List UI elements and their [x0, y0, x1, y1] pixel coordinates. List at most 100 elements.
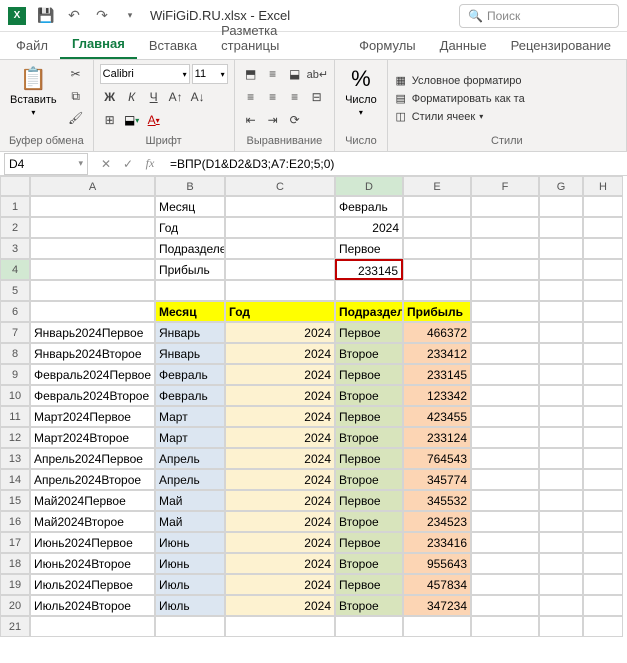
cell[interactable]: 2024 — [225, 532, 335, 553]
row-header[interactable]: 14 — [0, 469, 30, 490]
cell[interactable]: 764543 — [403, 448, 471, 469]
cell[interactable] — [30, 217, 155, 238]
cell[interactable] — [583, 364, 623, 385]
row-header[interactable]: 9 — [0, 364, 30, 385]
border-icon[interactable]: ⊞ — [100, 110, 120, 130]
cell[interactable] — [30, 259, 155, 280]
undo-icon[interactable]: ↶ — [62, 4, 86, 28]
cell[interactable] — [471, 595, 539, 616]
cell[interactable] — [155, 616, 225, 637]
tab-home[interactable]: Главная — [60, 30, 137, 59]
row-header[interactable]: 7 — [0, 322, 30, 343]
cell[interactable] — [471, 574, 539, 595]
cell-styles-button[interactable]: ◫Стили ячеек ▾ — [394, 109, 484, 125]
cell[interactable] — [583, 196, 623, 217]
confirm-icon[interactable]: ✓ — [118, 154, 138, 174]
cell[interactable] — [539, 364, 583, 385]
align-top-icon[interactable]: ⬒ — [241, 64, 261, 84]
cell[interactable]: Второе — [335, 343, 403, 364]
cell[interactable] — [225, 616, 335, 637]
cell[interactable]: 123342 — [403, 385, 471, 406]
cell[interactable]: 2024 — [225, 574, 335, 595]
cell[interactable] — [471, 511, 539, 532]
cell[interactable]: Прибыль — [155, 259, 225, 280]
cell[interactable]: 2024 — [225, 490, 335, 511]
cell[interactable]: Январь — [155, 322, 225, 343]
cell[interactable] — [471, 364, 539, 385]
cell[interactable]: Апрель — [155, 448, 225, 469]
cell[interactable] — [471, 553, 539, 574]
row-header[interactable]: 19 — [0, 574, 30, 595]
row-header[interactable]: 13 — [0, 448, 30, 469]
cell[interactable]: 2024 — [225, 427, 335, 448]
cell[interactable] — [583, 238, 623, 259]
align-middle-icon[interactable]: ≡ — [263, 64, 283, 84]
cell[interactable] — [225, 280, 335, 301]
cell[interactable]: Первое — [335, 406, 403, 427]
cell[interactable]: Год — [225, 301, 335, 322]
cell[interactable] — [471, 322, 539, 343]
cell[interactable]: 233124 — [403, 427, 471, 448]
cell[interactable] — [539, 322, 583, 343]
spreadsheet-grid[interactable]: ABCDEFGH1МесяцФевраль2Год20243Подразделе… — [0, 176, 627, 637]
copy-icon[interactable]: ⧉ — [65, 86, 87, 106]
cell[interactable]: 2024 — [225, 343, 335, 364]
paste-button[interactable]: 📋 Вставить ▾ — [6, 64, 61, 119]
redo-icon[interactable]: ↷ — [90, 4, 114, 28]
cell[interactable] — [539, 469, 583, 490]
cell[interactable] — [471, 196, 539, 217]
cell[interactable] — [225, 259, 335, 280]
cell[interactable]: Июль — [155, 574, 225, 595]
cell[interactable] — [471, 406, 539, 427]
cell[interactable] — [583, 448, 623, 469]
cell[interactable] — [583, 217, 623, 238]
cell[interactable] — [539, 553, 583, 574]
cell[interactable] — [583, 490, 623, 511]
font-size-down-icon[interactable]: A↓ — [188, 87, 208, 107]
cell[interactable]: 233412 — [403, 343, 471, 364]
cell[interactable] — [225, 196, 335, 217]
cell[interactable] — [403, 280, 471, 301]
name-box[interactable]: D4 ▾ — [4, 153, 88, 175]
cell[interactable] — [471, 427, 539, 448]
format-painter-icon[interactable]: 🖌 — [65, 108, 87, 128]
cell[interactable] — [539, 595, 583, 616]
row-header[interactable]: 3 — [0, 238, 30, 259]
cell[interactable] — [539, 532, 583, 553]
cell[interactable]: Январь2024Второе — [30, 343, 155, 364]
row-header[interactable]: 10 — [0, 385, 30, 406]
cell[interactable]: Подразделение — [155, 238, 225, 259]
cell[interactable] — [471, 490, 539, 511]
cell[interactable]: Июнь — [155, 532, 225, 553]
cell[interactable]: 2024 — [225, 322, 335, 343]
cell[interactable] — [583, 595, 623, 616]
cell[interactable] — [471, 385, 539, 406]
cell[interactable]: Январь2024Первое — [30, 322, 155, 343]
cell[interactable]: 2024 — [225, 364, 335, 385]
cell[interactable]: Второе — [335, 553, 403, 574]
cell[interactable]: Январь — [155, 343, 225, 364]
cell[interactable] — [471, 301, 539, 322]
font-color-icon[interactable]: A▾ — [144, 110, 164, 130]
cell[interactable] — [225, 238, 335, 259]
cell[interactable]: Март2024Первое — [30, 406, 155, 427]
cell[interactable]: Май — [155, 490, 225, 511]
cell[interactable]: Февраль2024Второе — [30, 385, 155, 406]
cell[interactable]: 466372 — [403, 322, 471, 343]
font-size-up-icon[interactable]: A↑ — [166, 87, 186, 107]
cell[interactable] — [471, 259, 539, 280]
cell[interactable]: Февраль — [155, 364, 225, 385]
orientation-icon[interactable]: ⟳ — [285, 110, 305, 130]
cell[interactable] — [583, 532, 623, 553]
cell[interactable] — [583, 469, 623, 490]
qat-dropdown-icon[interactable]: ▾ — [118, 4, 142, 28]
format-as-table-button[interactable]: ▤Форматировать как та — [394, 91, 525, 107]
cell[interactable] — [583, 385, 623, 406]
cell[interactable]: 233145 — [335, 259, 403, 280]
fx-icon[interactable]: fx — [140, 154, 160, 174]
cell[interactable]: Май — [155, 511, 225, 532]
cell[interactable] — [583, 427, 623, 448]
cell[interactable]: 2024 — [335, 217, 403, 238]
cell[interactable]: Первое — [335, 574, 403, 595]
cell[interactable]: Подразделение — [335, 301, 403, 322]
